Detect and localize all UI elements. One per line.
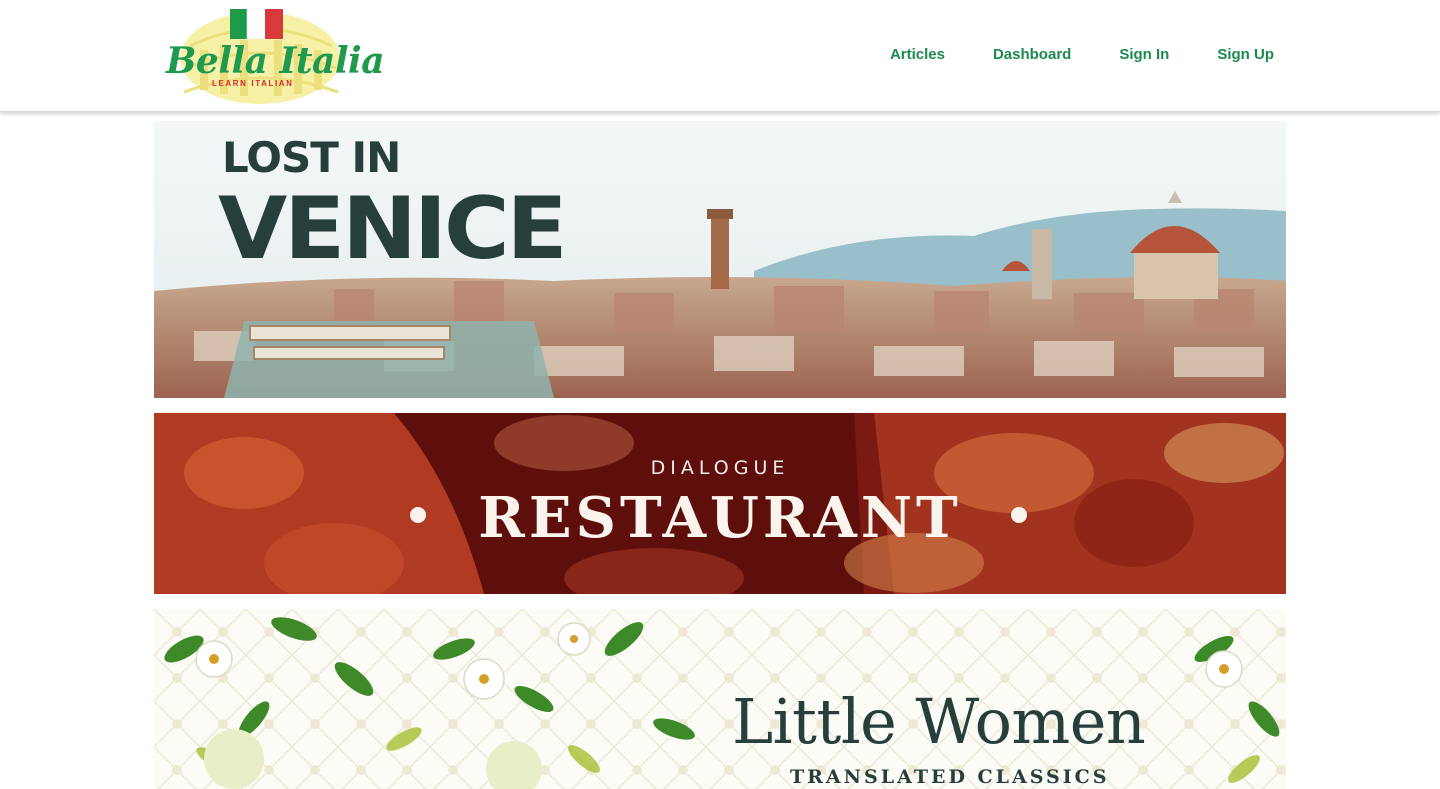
banner-title-line-1: LOST IN: [222, 133, 401, 182]
logo-tagline: LEARN ITALIAN: [212, 79, 294, 88]
site-header: Bella Italia LEARN ITALIAN Articles Dash…: [0, 0, 1440, 112]
banner-subtitle: DIALOGUE: [650, 457, 790, 479]
bullet-dot-icon: [1011, 507, 1027, 523]
little-women-banner[interactable]: Little Women TRANSLATED CLASSICS: [154, 609, 1286, 789]
logo-title: Bella Italia: [166, 40, 385, 82]
nav-dashboard-link[interactable]: Dashboard: [993, 46, 1071, 63]
bullet-dot-icon: [410, 507, 426, 523]
dialogue-restaurant-banner[interactable]: DIALOGUE RESTAURANT: [154, 413, 1286, 594]
banner-title-line-2: VENICE: [218, 179, 568, 279]
main-nav: Articles Dashboard Sign In Sign Up: [890, 46, 1274, 63]
nav-sign-in-link[interactable]: Sign In: [1119, 46, 1169, 63]
banner-subtitle: TRANSLATED CLASSICS: [790, 766, 1110, 788]
banner-title: Little Women: [732, 685, 1146, 758]
nav-sign-up-link[interactable]: Sign Up: [1217, 46, 1274, 63]
nav-articles-link[interactable]: Articles: [890, 46, 945, 63]
bella-italia-logo[interactable]: Bella Italia LEARN ITALIAN: [162, 6, 385, 106]
banner-title: RESTAURANT: [478, 485, 962, 551]
lost-in-venice-banner[interactable]: LOST IN VENICE: [154, 121, 1286, 398]
